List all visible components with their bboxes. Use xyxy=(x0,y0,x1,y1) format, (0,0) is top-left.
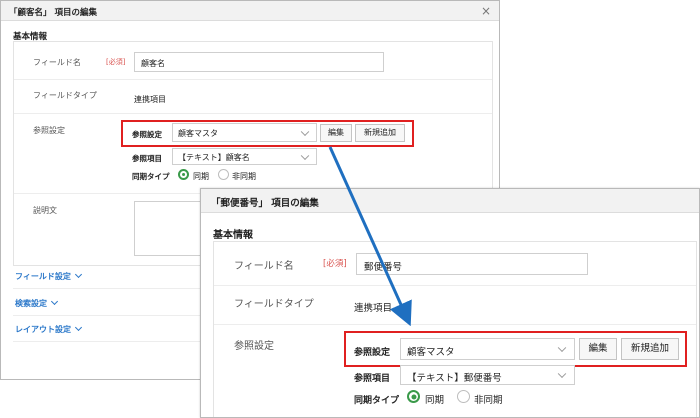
field-name-input[interactable]: 顧客名 xyxy=(134,52,384,72)
ref-label: 参照設定 xyxy=(354,348,391,358)
ref-item-select-value: 【テキスト】顧客名 xyxy=(178,153,250,162)
field-type-value: 連携項目 xyxy=(354,303,393,314)
field-type-label: フィールドタイプ xyxy=(33,91,97,100)
chevron-down-icon xyxy=(74,270,82,279)
layout-settings-toggle[interactable]: レイアウト設定 xyxy=(15,323,83,335)
required-badge: [必須] xyxy=(106,58,126,66)
layout-settings-label: レイアウト設定 xyxy=(15,325,71,334)
sync-type-label: 同期タイプ xyxy=(354,396,400,406)
edit-dialog-postal-code: 「郵便番号」 項目の編集 基本情報 フィールド名 [必須] 郵便番号 フィールド… xyxy=(200,188,700,418)
ref-item-select[interactable]: 【テキスト】郵便番号 xyxy=(400,365,575,385)
description-label: 説明文 xyxy=(33,206,57,215)
chevron-down-icon xyxy=(300,151,310,160)
field-type-value: 連携項目 xyxy=(134,95,166,104)
dialog-title: 「郵便番号」 項目の編集 xyxy=(211,198,319,209)
ref-master-select[interactable]: 顧客マスタ xyxy=(172,123,317,142)
row-divider xyxy=(214,285,696,286)
dialog-titlebar: 「顧客名」 項目の編集 × xyxy=(1,1,499,21)
sync-type-label: 同期タイプ xyxy=(132,172,170,181)
search-settings-label: 検索設定 xyxy=(15,299,47,308)
ref-item-label: 参照項目 xyxy=(354,374,391,384)
radio-async[interactable] xyxy=(218,169,229,180)
dialog-titlebar: 「郵便番号」 項目の編集 xyxy=(201,189,699,213)
ref-settings-label: 参照設定 xyxy=(33,126,65,135)
dialog-title: 「顧客名」 項目の編集 xyxy=(9,8,97,18)
radio-async[interactable] xyxy=(457,390,470,403)
ref-item-select-value: 【テキスト】郵便番号 xyxy=(407,373,502,384)
radio-sync-label: 同期 xyxy=(193,172,209,181)
field-name-input[interactable]: 郵便番号 xyxy=(356,253,588,275)
field-settings-toggle[interactable]: フィールド設定 xyxy=(15,270,82,282)
section-heading-basic-info: 基本情報 xyxy=(213,230,253,241)
ref-master-select-value: 顧客マスタ xyxy=(407,347,455,358)
add-new-button[interactable]: 新規追加 xyxy=(355,124,405,142)
field-settings-label: フィールド設定 xyxy=(15,272,71,281)
description-textarea[interactable] xyxy=(134,201,209,256)
ref-settings-label: 参照設定 xyxy=(234,341,274,352)
ref-item-select[interactable]: 【テキスト】顧客名 xyxy=(172,148,317,165)
row-divider xyxy=(14,79,492,80)
chevron-down-icon xyxy=(557,343,567,353)
add-new-button[interactable]: 新規追加 xyxy=(621,338,679,360)
row-divider xyxy=(14,113,492,114)
search-settings-toggle[interactable]: 検索設定 xyxy=(15,297,59,309)
radio-sync-label: 同期 xyxy=(425,395,445,406)
ref-item-label: 参照項目 xyxy=(132,154,162,163)
close-icon[interactable]: × xyxy=(481,4,491,18)
radio-async-label: 非同期 xyxy=(232,172,256,181)
chevron-down-icon xyxy=(74,323,83,332)
chevron-down-icon xyxy=(557,369,567,379)
edit-button[interactable]: 編集 xyxy=(579,338,617,360)
field-name-input-value: 郵便番号 xyxy=(364,262,403,273)
field-name-label: フィールド名 xyxy=(33,58,81,67)
edit-button[interactable]: 編集 xyxy=(320,124,352,142)
ref-label: 参照設定 xyxy=(132,130,162,139)
radio-sync[interactable] xyxy=(178,169,189,180)
ref-master-select-value: 顧客マスタ xyxy=(178,129,218,138)
row-divider xyxy=(214,324,696,325)
field-type-label: フィールドタイプ xyxy=(234,299,314,310)
chevron-down-icon xyxy=(50,297,59,306)
radio-async-label: 非同期 xyxy=(474,395,503,406)
radio-sync[interactable] xyxy=(407,390,420,403)
field-name-label: フィールド名 xyxy=(234,261,294,272)
required-badge: [必須] xyxy=(323,259,347,269)
field-name-input-value: 顧客名 xyxy=(141,59,165,68)
chevron-down-icon xyxy=(300,127,310,136)
ref-master-select[interactable]: 顧客マスタ xyxy=(400,338,575,360)
